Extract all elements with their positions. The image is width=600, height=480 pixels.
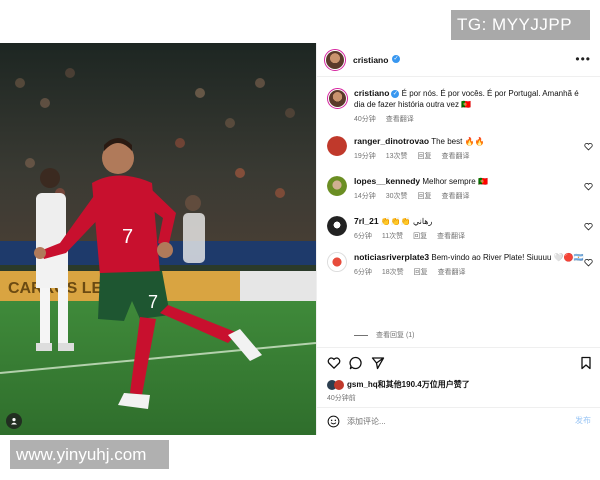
post-photo: CARROS LEA bbox=[0, 43, 316, 435]
caption-avatar[interactable] bbox=[327, 88, 348, 109]
comment-body: 👏👏👏 رهاني bbox=[380, 217, 433, 226]
see-translation-link[interactable]: 查看翻译 bbox=[437, 233, 465, 240]
reply-link[interactable]: 回复 bbox=[418, 193, 432, 200]
see-translation-link[interactable]: 查看翻译 bbox=[438, 269, 466, 276]
comment-meta: 6分钟 18次赞 回复 查看翻译 bbox=[354, 267, 474, 277]
comment-item: 7rl_21 👏👏👏 رهاني 6分钟 11次赞 回复 查看翻译 bbox=[327, 216, 593, 244]
footballer-celebration-image: CARROS LEA bbox=[0, 43, 316, 435]
heart-icon[interactable] bbox=[584, 258, 593, 267]
comment-likes[interactable]: 13次赞 bbox=[386, 153, 408, 160]
post-header: cristiano ✓ ••• bbox=[317, 43, 600, 77]
comment-body: The best 🔥🔥 bbox=[431, 137, 485, 146]
comment-username[interactable]: 7rl_21 bbox=[354, 216, 379, 226]
author-username[interactable]: cristiano bbox=[353, 55, 388, 65]
reply-link[interactable]: 回复 bbox=[414, 269, 428, 276]
add-comment-bar: 发布 bbox=[317, 407, 600, 435]
view-replies-label: 查看回复 (1) bbox=[376, 332, 415, 339]
caption-meta: 40分钟 查看翻译 bbox=[354, 114, 422, 124]
post-time: 40分钟前 bbox=[327, 395, 356, 402]
comment-likes[interactable]: 18次赞 bbox=[382, 269, 404, 276]
comment-input[interactable] bbox=[347, 414, 547, 429]
replies-divider bbox=[354, 334, 368, 336]
comment-item: lopes__kennedy Melhor sempre 🇵🇹 14分钟 30次… bbox=[327, 176, 593, 204]
verified-badge-icon: ✓ bbox=[391, 89, 400, 98]
caption-text: cristiano ✓ É por nós. É por vocês. É por… bbox=[354, 88, 584, 110]
emoji-icon[interactable] bbox=[327, 415, 340, 428]
comment-text: ranger_dinotrovao The best 🔥🔥 bbox=[354, 136, 584, 147]
comment-username[interactable]: noticiasriverplate3 bbox=[354, 252, 429, 262]
commenter-avatar[interactable] bbox=[327, 136, 347, 156]
see-translation-link[interactable]: 查看翻译 bbox=[441, 193, 469, 200]
heart-icon[interactable] bbox=[584, 182, 593, 191]
liked-by-rest: 和其他190.4万位用户赞了 bbox=[377, 380, 470, 389]
comment-likes[interactable]: 30次赞 bbox=[386, 193, 408, 200]
liked-by-username[interactable]: gsm_hq bbox=[347, 380, 378, 389]
comment-text: lopes__kennedy Melhor sempre 🇵🇹 bbox=[354, 176, 584, 187]
bookmark-icon[interactable] bbox=[579, 356, 593, 370]
watermark-bottom: www.yinyuhj.com bbox=[10, 440, 169, 469]
caption-username[interactable]: cristiano bbox=[354, 88, 389, 98]
author-avatar[interactable] bbox=[324, 49, 346, 71]
comments-list: cristiano ✓ É por nós. É por vocês. É por… bbox=[317, 77, 600, 347]
share-send-icon[interactable] bbox=[371, 356, 385, 370]
comment-item: noticiasriverplate3 Bem-vindo ao River P… bbox=[327, 252, 593, 280]
commenter-avatar[interactable] bbox=[327, 216, 347, 236]
heart-icon[interactable] bbox=[584, 142, 593, 151]
comment-item: ranger_dinotrovao The best 🔥🔥 19分钟 13次赞 … bbox=[327, 136, 593, 164]
comment-time: 6分钟 bbox=[354, 269, 372, 276]
see-translation-link[interactable]: 查看翻译 bbox=[386, 116, 414, 123]
comment-body: Melhor sempre 🇵🇹 bbox=[422, 177, 488, 186]
post-side-panel: cristiano ✓ ••• cristiano ✓ É por nós. É … bbox=[316, 43, 600, 435]
watermark-top: TG: MYYJJPP bbox=[451, 10, 590, 40]
comment-text: 7rl_21 👏👏👏 رهاني bbox=[354, 216, 584, 227]
like-heart-icon[interactable] bbox=[327, 356, 341, 370]
liker-avatar bbox=[334, 379, 344, 390]
comment-time: 6分钟 bbox=[354, 233, 372, 240]
reply-link[interactable]: 回复 bbox=[413, 233, 427, 240]
comment-meta: 14分钟 30次赞 回复 查看翻译 bbox=[354, 191, 477, 201]
post-comment-button[interactable]: 发布 bbox=[575, 415, 591, 426]
reply-link[interactable]: 回复 bbox=[418, 153, 432, 160]
caption-time: 40分钟 bbox=[354, 116, 376, 123]
instagram-post-viewer: CARROS LEA bbox=[0, 0, 600, 480]
comment-username[interactable]: lopes__kennedy bbox=[354, 176, 420, 186]
commenter-avatar[interactable] bbox=[327, 252, 347, 272]
view-replies-button[interactable]: 查看回复 (1) bbox=[354, 330, 415, 340]
comment-text: noticiasriverplate3 Bem-vindo ao River P… bbox=[354, 252, 584, 263]
post-actions: gsm_hq和其他190.4万位用户赞了 40分钟前 bbox=[317, 347, 600, 407]
liked-by-summary[interactable]: gsm_hq和其他190.4万位用户赞了 bbox=[327, 379, 470, 390]
comment-time: 14分钟 bbox=[354, 193, 376, 200]
tagged-user-icon[interactable] bbox=[6, 413, 22, 429]
shorts-number: 7 bbox=[148, 292, 158, 312]
comment-body: Bem-vindo ao River Plate! Siuuuu 🤍🔴🇦🇷 bbox=[431, 253, 584, 262]
more-horizontal-icon[interactable]: ••• bbox=[575, 53, 591, 65]
jersey-number: 7 bbox=[122, 226, 133, 248]
comment-username[interactable]: ranger_dinotrovao bbox=[354, 136, 429, 146]
comment-meta: 6分钟 11次赞 回复 查看翻译 bbox=[354, 231, 473, 241]
comment-time: 19分钟 bbox=[354, 153, 376, 160]
caption: cristiano ✓ É por nós. É por vocês. É por… bbox=[327, 88, 593, 124]
commenter-avatar[interactable] bbox=[327, 176, 347, 196]
heart-icon[interactable] bbox=[584, 222, 593, 231]
comment-meta: 19分钟 13次赞 回复 查看翻译 bbox=[354, 151, 477, 161]
comment-likes[interactable]: 11次赞 bbox=[382, 233, 403, 240]
comment-bubble-icon[interactable] bbox=[349, 356, 363, 370]
verified-badge-icon: ✓ bbox=[392, 55, 400, 63]
see-translation-link[interactable]: 查看翻译 bbox=[441, 153, 469, 160]
